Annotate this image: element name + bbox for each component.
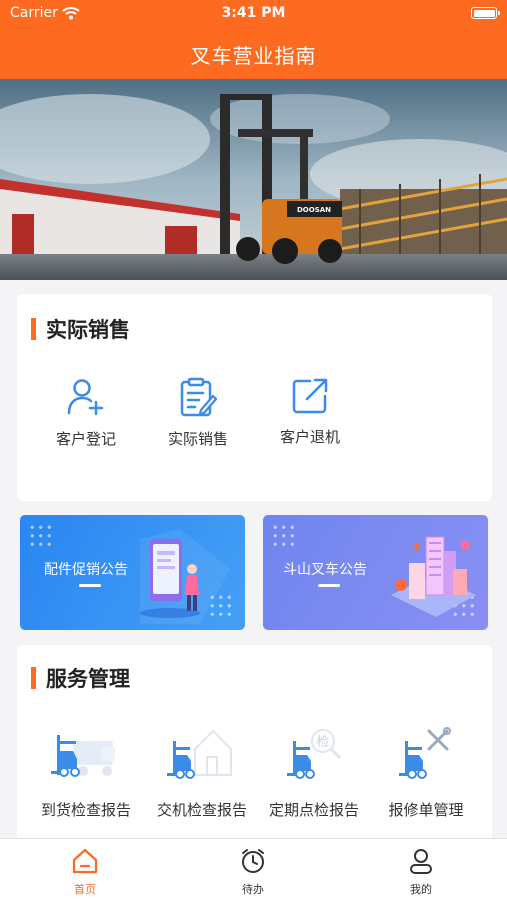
- tab-label: 首页: [74, 883, 96, 896]
- home-icon: [72, 848, 98, 874]
- user-icon: [410, 849, 432, 874]
- forklift-repair-icon: [399, 727, 451, 779]
- service-label: 到货检查报告: [40, 801, 131, 819]
- title-underline: [318, 584, 340, 587]
- periodic-inspection-button[interactable]: 检 定期点检报告: [255, 727, 373, 820]
- tab-home[interactable]: 首页: [45, 847, 125, 897]
- action-label: 实际销售: [167, 430, 228, 448]
- arrival-inspection-button[interactable]: 到货检查报告: [27, 727, 145, 820]
- promo-title: 斗山叉车公告: [283, 562, 367, 578]
- doosan-notice-banner[interactable]: 斗山叉车公告: [263, 515, 488, 630]
- hero-banner[interactable]: DOOSAN: [0, 79, 507, 280]
- customer-return-button[interactable]: 客户退机: [255, 376, 365, 447]
- battery-icon: [471, 7, 500, 19]
- promo-title: 配件促销公告: [44, 562, 128, 578]
- service-label: 交机检查报告: [156, 801, 247, 819]
- customer-register-button[interactable]: 客户登记: [31, 376, 141, 449]
- tab-profile[interactable]: 我的: [381, 847, 461, 897]
- phone-illustration-icon: [140, 529, 230, 624]
- bottom-tab-bar: 首页 待办 我的: [0, 838, 507, 900]
- nav-header: Carrier 3:41 PM 叉车营业指南: [0, 0, 507, 79]
- service-section-title: 服务管理: [31, 665, 130, 691]
- service-label: 报修单管理: [388, 801, 464, 819]
- page-title: 叉车营业指南: [190, 44, 317, 68]
- repair-order-button[interactable]: 报修单管理: [367, 727, 485, 820]
- forklift-inspect-icon: 检: [287, 729, 341, 779]
- status-bar: Carrier 3:41 PM: [0, 4, 507, 24]
- sales-section-title: 实际销售: [31, 316, 130, 342]
- inspect-badge: 检: [316, 735, 329, 750]
- clipboard-edit-icon: [180, 377, 218, 417]
- dot-pattern: [271, 523, 297, 549]
- title-accent-bar: [31, 318, 36, 340]
- forklift-truck-icon: [51, 735, 115, 777]
- service-card: 服务管理 到货检查报告 交机检查报告 检 定期点检报告 报修单管理: [17, 645, 492, 840]
- alarm-clock-icon: [242, 849, 264, 873]
- sales-card: 实际销售 客户登记 实际销售 客户退机: [17, 294, 492, 501]
- parts-promo-banner[interactable]: 配件促销公告: [20, 515, 245, 630]
- city-illustration-icon: [391, 536, 476, 617]
- title-accent-bar: [31, 667, 36, 689]
- forklift-photo: DOOSAN: [0, 79, 507, 280]
- user-add-icon: [67, 379, 104, 416]
- tab-label: 我的: [410, 883, 432, 896]
- clock-time: 3:41 PM: [221, 5, 286, 21]
- title-underline: [79, 584, 101, 587]
- forklift-house-icon: [167, 729, 232, 779]
- service-title-text: 服务管理: [46, 667, 130, 691]
- action-label: 客户登记: [55, 430, 116, 448]
- action-label: 客户退机: [279, 428, 340, 446]
- tab-label: 待办: [242, 883, 264, 896]
- banner-brand-text: DOOSAN: [297, 206, 331, 214]
- actual-sales-button[interactable]: 实际销售: [143, 376, 253, 449]
- tab-todo[interactable]: 待办: [213, 847, 293, 897]
- service-label: 定期点检报告: [268, 801, 359, 819]
- handover-inspection-button[interactable]: 交机检查报告: [143, 727, 261, 820]
- dot-pattern: [28, 523, 54, 549]
- external-link-icon: [292, 378, 328, 414]
- sales-title-text: 实际销售: [46, 318, 130, 342]
